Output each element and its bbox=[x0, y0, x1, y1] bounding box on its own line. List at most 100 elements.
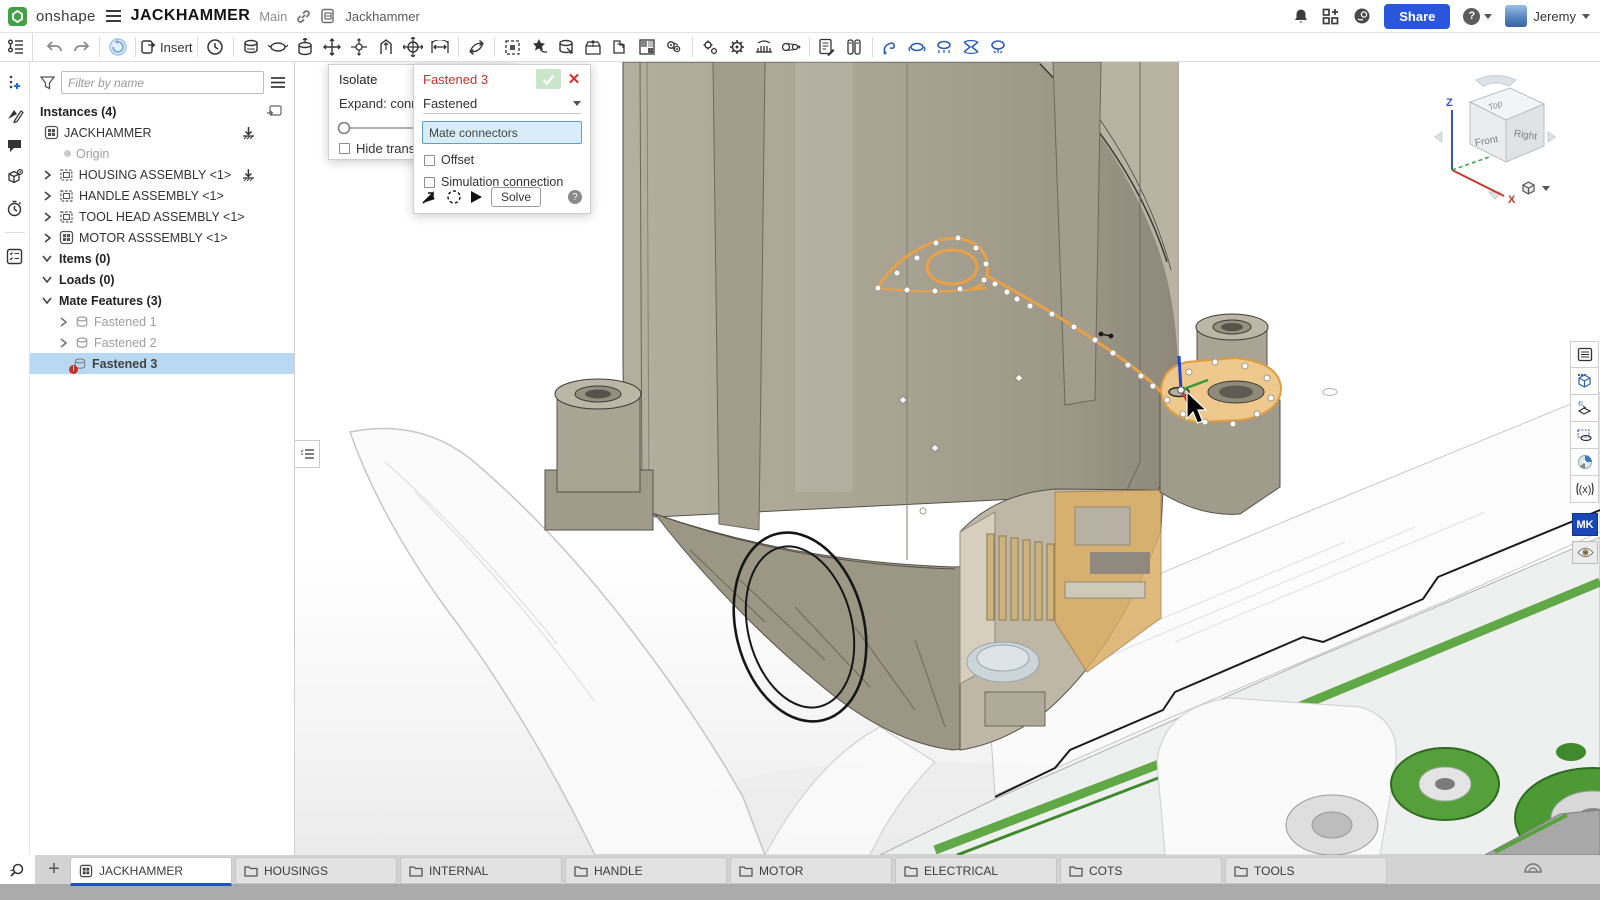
sim-spring-icon[interactable] bbox=[877, 35, 904, 60]
slider-mate-icon[interactable] bbox=[292, 35, 319, 60]
animate-mate-icon[interactable] bbox=[470, 190, 483, 204]
dialog-help-icon[interactable]: ? bbox=[568, 190, 582, 204]
bom-edit-icon[interactable] bbox=[814, 35, 841, 60]
loads-section-row[interactable]: Loads (0) bbox=[30, 269, 294, 290]
named-positions-icon[interactable] bbox=[499, 35, 526, 60]
solve-button[interactable]: Solve bbox=[491, 187, 541, 207]
tab-tools[interactable]: TOOLS bbox=[1225, 857, 1387, 884]
markup-icon[interactable] bbox=[6, 107, 24, 123]
tree-row-origin[interactable]: Origin bbox=[30, 143, 294, 164]
hamburger-menu-icon[interactable] bbox=[105, 9, 122, 23]
flip-primary-axis-icon[interactable] bbox=[422, 190, 438, 204]
chevron-right-icon[interactable] bbox=[40, 170, 54, 180]
width-mate-icon[interactable] bbox=[427, 35, 454, 60]
sim-revolute-icon[interactable] bbox=[904, 35, 931, 60]
filter-input[interactable] bbox=[61, 71, 264, 94]
named-views-icon[interactable] bbox=[841, 35, 868, 60]
chevron-right-icon[interactable] bbox=[40, 212, 54, 222]
breadcrumb[interactable]: Jackhammer bbox=[345, 9, 419, 24]
view-options-control[interactable] bbox=[1520, 180, 1550, 196]
fastened-mate-icon[interactable] bbox=[238, 35, 265, 60]
mate-row-fastened-2[interactable]: Fastened 2 bbox=[30, 332, 294, 353]
history-icon[interactable] bbox=[202, 35, 229, 60]
mk-logo-button[interactable]: MK bbox=[1572, 513, 1598, 536]
sim-contact-icon[interactable] bbox=[958, 35, 985, 60]
undo-button[interactable] bbox=[41, 35, 68, 60]
revolute-mate-icon[interactable] bbox=[265, 35, 292, 60]
tab-jackhammer[interactable]: JACKHAMMER bbox=[70, 857, 232, 886]
tab-handle[interactable]: HANDLE bbox=[565, 857, 727, 884]
mate-row-fastened-1[interactable]: Fastened 1 bbox=[30, 311, 294, 332]
chevron-right-icon[interactable] bbox=[56, 317, 70, 327]
tree-row-motor-assembly[interactable]: MOTOR ASSSEMBLY <1> bbox=[30, 227, 294, 248]
tangent-mate-icon[interactable] bbox=[400, 35, 427, 60]
tab-search-icon[interactable] bbox=[9, 862, 26, 878]
notifications-bell-icon[interactable] bbox=[1293, 8, 1309, 25]
tab-electrical[interactable]: ELECTRICAL bbox=[895, 857, 1057, 884]
part-lookup-icon[interactable] bbox=[6, 168, 24, 185]
display-states-icon[interactable] bbox=[634, 35, 661, 60]
help-menu[interactable]: ? bbox=[1463, 8, 1492, 25]
instances-header-row[interactable]: Instances (4) bbox=[30, 101, 294, 122]
chevron-right-icon[interactable] bbox=[40, 233, 54, 243]
mate-type-dropdown[interactable]: Fastened bbox=[423, 94, 581, 114]
in-context-icon[interactable] bbox=[580, 35, 607, 60]
tree-row-tool-head-assembly[interactable]: TOOL HEAD ASSEMBLY <1> bbox=[30, 206, 294, 227]
tab-cots[interactable]: COTS bbox=[1060, 857, 1222, 884]
properties-checklist-icon[interactable] bbox=[6, 248, 23, 265]
chevron-right-icon[interactable] bbox=[40, 191, 54, 201]
appearance-button[interactable] bbox=[1570, 449, 1599, 476]
parallel-mate-icon[interactable] bbox=[373, 35, 400, 60]
snapshot-part-icon[interactable] bbox=[526, 35, 553, 60]
tree-row-housing-assembly[interactable]: HOUSING ASSEMBLY <1> bbox=[30, 164, 294, 185]
pattern-icon[interactable] bbox=[607, 35, 634, 60]
share-button[interactable]: Share bbox=[1384, 4, 1450, 29]
mate-features-section-row[interactable]: Mate Features (3) bbox=[30, 290, 294, 311]
gear-relation-icon[interactable] bbox=[697, 35, 724, 60]
cancel-button[interactable]: ✕ bbox=[565, 69, 583, 89]
hide-transparent-checkbox[interactable] bbox=[339, 143, 350, 154]
sim-ball-icon[interactable] bbox=[985, 35, 1012, 60]
units-protractor-icon[interactable] bbox=[1523, 860, 1543, 878]
tab-housings[interactable]: HOUSINGS bbox=[235, 857, 397, 884]
tree-row-handle-assembly[interactable]: HANDLE ASSEMBLY <1> bbox=[30, 185, 294, 206]
versions-timer-icon[interactable] bbox=[6, 200, 23, 217]
group-rotate-icon[interactable] bbox=[463, 35, 490, 60]
exploded-view-button[interactable] bbox=[1570, 395, 1599, 422]
mechanism-icon[interactable] bbox=[661, 35, 688, 60]
app-store-grid-icon[interactable] bbox=[1322, 8, 1340, 25]
tab-internal[interactable]: INTERNAL bbox=[400, 857, 562, 884]
list-view-icon[interactable] bbox=[270, 76, 286, 89]
graphics-viewport[interactable]: Isolate Expand: connecti Hide transpare … bbox=[295, 62, 1600, 855]
ball-mate-icon[interactable] bbox=[346, 35, 373, 60]
simulation-connection-checkbox[interactable] bbox=[424, 177, 435, 188]
reorient-secondary-axis-icon[interactable] bbox=[446, 189, 462, 205]
belt-relation-icon[interactable] bbox=[778, 35, 805, 60]
sync-update-icon[interactable] bbox=[104, 35, 131, 60]
workspace-label[interactable]: Main bbox=[259, 9, 287, 24]
variables-button[interactable]: (x) bbox=[1570, 476, 1599, 503]
insert-button[interactable]: Insert bbox=[140, 35, 193, 60]
mate-connectors-field[interactable]: Mate connectors bbox=[422, 121, 582, 144]
tree-panel-tab[interactable] bbox=[0, 33, 33, 61]
left-mount-boss[interactable] bbox=[545, 379, 653, 530]
sim-fastened-icon[interactable] bbox=[931, 35, 958, 60]
link-icon[interactable] bbox=[296, 9, 311, 24]
visibility-eye-button[interactable] bbox=[1572, 541, 1598, 564]
tab-motor[interactable]: MOTOR bbox=[730, 857, 892, 884]
tab-search-corner[interactable] bbox=[0, 855, 35, 884]
add-tab-button[interactable]: + bbox=[42, 857, 66, 882]
chevron-down-icon[interactable] bbox=[40, 276, 54, 283]
learning-center-icon[interactable] bbox=[1353, 7, 1371, 25]
add-mate-connector-icon[interactable] bbox=[6, 75, 23, 92]
rack-pinion-relation-icon[interactable] bbox=[751, 35, 778, 60]
sprocket-relation-icon[interactable] bbox=[724, 35, 751, 60]
items-section-row[interactable]: Items (0) bbox=[30, 248, 294, 269]
insert-instance-icon[interactable] bbox=[266, 105, 282, 118]
derived-part-icon[interactable] bbox=[553, 35, 580, 60]
help-icon[interactable]: ? bbox=[1463, 8, 1480, 25]
bom-table-button[interactable] bbox=[1570, 341, 1599, 368]
tree-row-jackhammer[interactable]: JACKHAMMER bbox=[30, 122, 294, 143]
planar-mate-icon[interactable] bbox=[319, 35, 346, 60]
user-menu[interactable]: Jeremy bbox=[1505, 5, 1590, 27]
